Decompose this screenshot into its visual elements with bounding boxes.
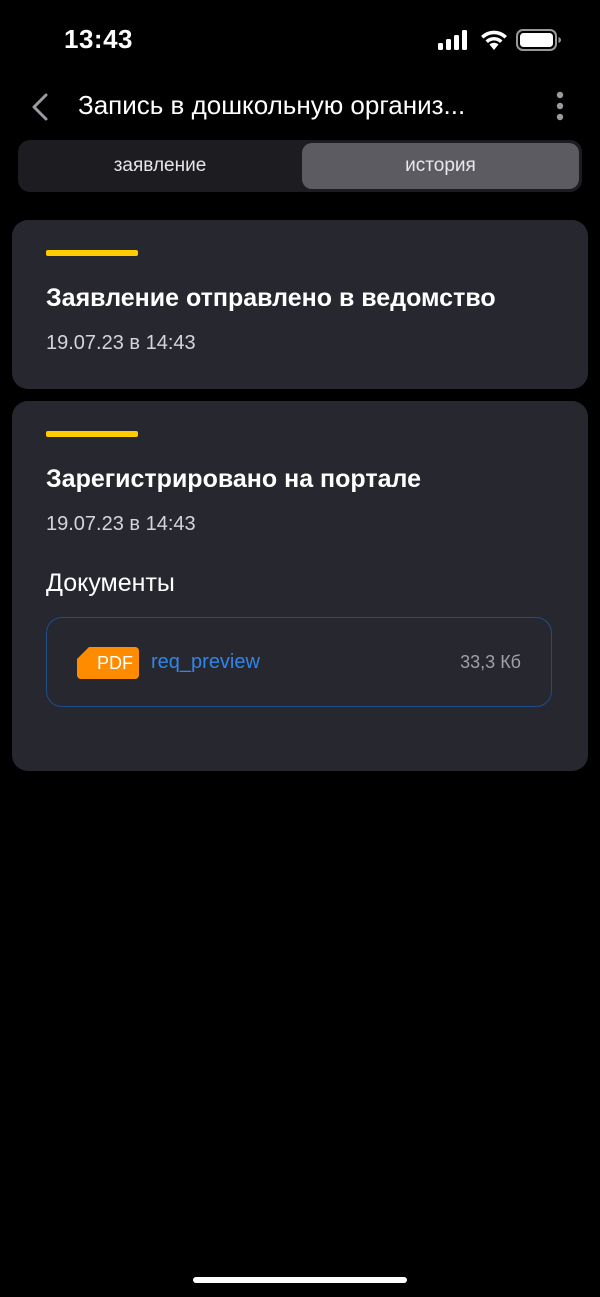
battery-icon [516,29,561,51]
back-icon[interactable] [30,92,50,122]
signal-icon [438,30,467,50]
page-title: Запись в дошкольную организ... [78,90,466,120]
status-accent-bar [46,250,138,256]
pdf-icon: PDF [77,647,139,679]
history-title: Зарегистрировано на портале [46,465,421,493]
home-indicator[interactable] [193,1277,407,1283]
history-date: 19.07.23 в 14:43 [46,513,196,535]
more-icon[interactable] [550,90,570,122]
segmented-control: заявление история [18,140,582,192]
document-name[interactable]: req_preview [151,651,260,674]
header: Запись в дошкольную организ... [0,80,600,136]
tab-history[interactable]: история [302,143,579,189]
document-size: 33,3 Кб [460,652,521,672]
history-card: Заявление отправлено в ведомство 19.07.2… [12,220,588,389]
document-item[interactable]: PDF req_preview 33,3 Кб [46,617,552,707]
pdf-label: PDF [97,653,133,673]
history-title: Заявление отправлено в ведомство [46,284,496,312]
status-time: 13:43 [64,24,133,54]
status-accent-bar [46,431,138,437]
history-card: Зарегистрировано на портале 19.07.23 в 1… [12,401,588,771]
history-date: 19.07.23 в 14:43 [46,332,196,354]
tab-application[interactable]: заявление [21,143,299,189]
status-bar: 13:43 [0,0,600,80]
documents-heading: Документы [46,569,175,597]
wifi-icon [481,30,507,50]
